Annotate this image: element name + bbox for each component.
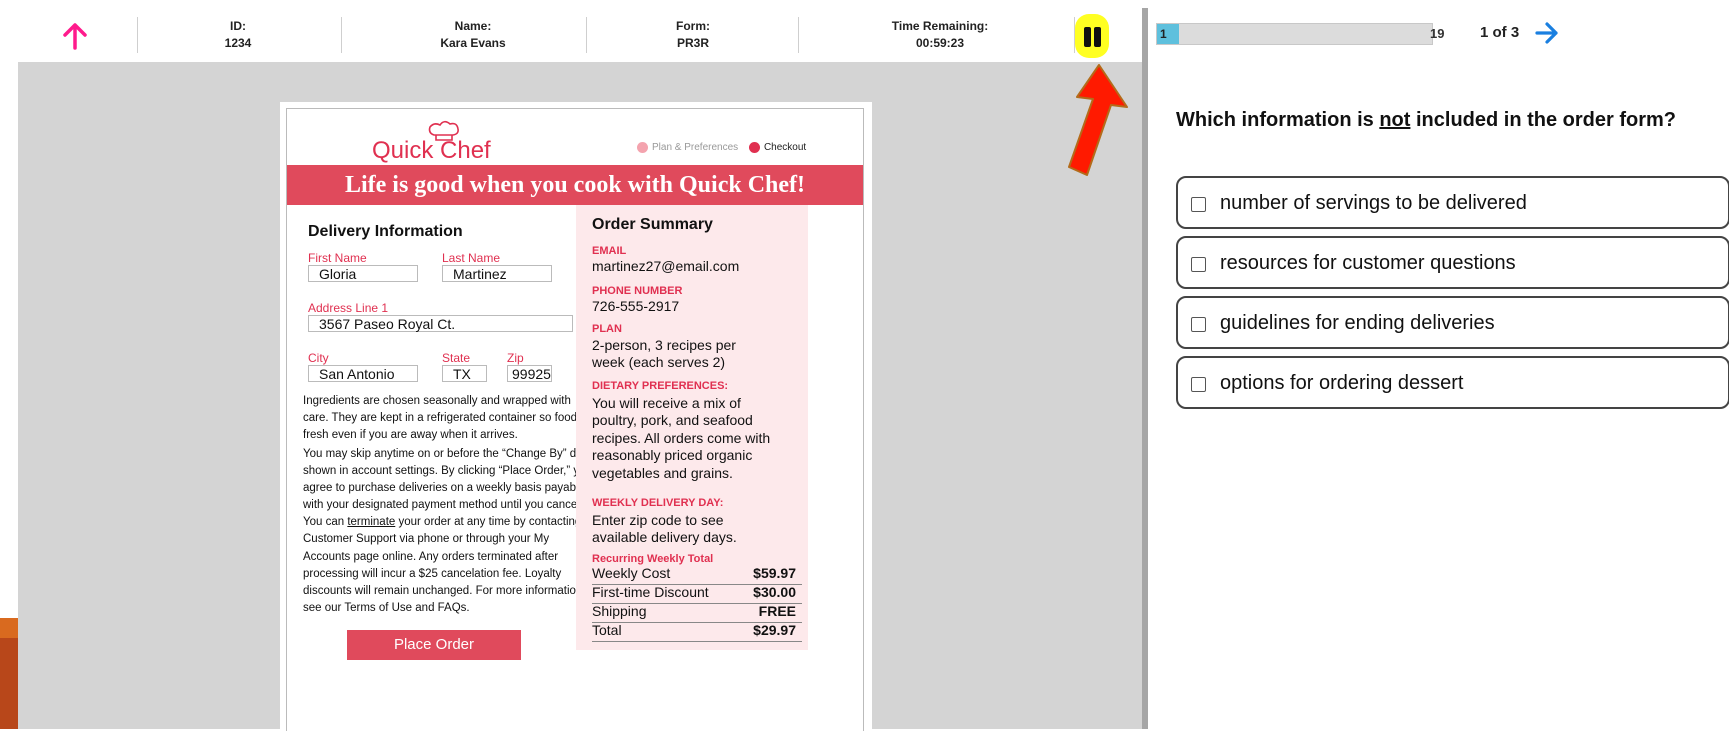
test-window: ID: 1234 Name: Kara Evans Form: PR3R Tim… [18,8,1729,731]
choice-checkbox[interactable] [1191,317,1206,332]
progress-total: 19 [1430,26,1445,41]
form-label: Form: [676,19,710,33]
answer-choice[interactable]: resources for customer questions [1176,236,1729,289]
state-field: TX [442,365,487,382]
top-toolbar: ID: 1234 Name: Kara Evans Form: PR3R Tim… [18,8,1142,62]
form-value: PR3R [676,36,709,50]
student-id: ID: 1234 [173,18,303,52]
time-remaining: Time Remaining: 00:59:23 [870,18,1010,52]
name-label: Name: [454,19,492,33]
name-value: Kara Evans [440,36,506,50]
summary-row: Shipping FREE [592,603,802,623]
choice-checkbox[interactable] [1191,197,1206,212]
zip-field: 99925 [507,365,552,382]
toolbar-divider [341,17,342,53]
choice-label: number of servings to be delivered [1220,192,1527,214]
pause-icon [1084,27,1091,47]
delivery-day-label: WEEKLY DELIVERY DAY: [592,497,724,509]
choice-label: guidelines for ending deliveries [1220,312,1495,334]
email-label: EMAIL [592,245,627,257]
zip-label: Zip [507,351,524,365]
terminate-link: terminate [347,516,396,529]
plan-value: 2-person, 3 recipes per week (each serve… [592,337,736,371]
time-value: 00:59:23 [915,36,965,50]
phone-label: PHONE NUMBER [592,285,683,297]
last-name-field: Martinez [442,265,552,282]
up-arrow-icon[interactable] [60,21,90,51]
check-circle-icon [637,142,648,153]
summary-row: Total $29.97 [592,622,802,642]
passage-pane[interactable]: Quick Chef Plan & Preferences Checkout L… [18,62,1142,731]
diet-value: You will receive a mix of poultry, pork,… [592,395,771,481]
toolbar-divider [586,17,587,53]
checkout-steps: Plan & Preferences Checkout [637,142,806,153]
right-arrow-icon[interactable] [1534,21,1560,45]
city-label: City [308,351,329,365]
promo-banner: Life is good when you cook with Quick Ch… [287,165,863,205]
last-name-label: Last Name [442,251,501,265]
first-name-label: First Name [308,251,367,265]
question-emphasis: not [1379,109,1411,131]
weekly-total-label: Recurring Weekly Total [592,553,714,565]
progress-bar: 1 [1156,23,1433,45]
test-form: Form: PR3R [633,18,753,52]
address-field: 3567 Paseo Royal Ct. [308,315,573,332]
answer-choice[interactable]: number of servings to be delivered [1176,176,1729,229]
active-step-icon [748,142,760,153]
ingredients-paragraph: Ingredients are chosen seasonally and wr… [303,395,589,442]
red-arrow-annotation [1068,64,1128,176]
choice-checkbox[interactable] [1191,377,1206,392]
progress-fill: 1 [1157,24,1179,44]
order-summary: Order Summary EMAIL martinez27@email.com… [576,205,808,650]
place-order-button: Place Order [347,630,521,660]
step-checkout: Checkout [763,142,807,154]
id-label: ID: [230,19,246,33]
choice-checkbox[interactable] [1191,257,1206,272]
state-label: State [442,351,471,365]
student-name: Name: Kara Evans [398,18,548,52]
order-form-document: Quick Chef Plan & Preferences Checkout L… [280,102,872,731]
pause-button[interactable] [1075,14,1109,58]
page-counter: 1 of 3 [1480,24,1520,41]
first-name-field: Gloria [308,265,418,282]
city-field: San Antonio [308,365,418,382]
id-value: 1234 [224,36,252,50]
question-pane: 1 19 1 of 3 Which information is not inc… [1148,8,1729,729]
step-plan: Plan & Preferences [652,142,739,154]
slide-edge-stripe-dark [0,638,18,729]
phone-value: 726-555-2917 [592,298,680,314]
diet-label: DIETARY PREFERENCES: [592,380,729,392]
answer-choice[interactable]: guidelines for ending deliveries [1176,296,1729,349]
delivery-day-value: Enter zip code to see available delivery… [592,512,737,546]
toolbar-divider [798,17,799,53]
logo-text: Quick Chef [372,137,491,164]
choice-label: resources for customer questions [1220,252,1516,274]
quick-chef-logo: Quick Chef [372,119,502,165]
toolbar-divider [137,17,138,53]
summary-row: First-time Discount $30.00 [592,584,802,604]
time-label: Time Remaining: [891,19,989,33]
email-value: martinez27@email.com [592,258,740,274]
question-text: Which information is not included in the… [1176,109,1677,131]
terms-paragraph: You may skip anytime on or before the “C… [303,448,593,614]
summary-heading: Order Summary [592,216,713,233]
plan-label: PLAN [592,323,622,335]
summary-row: Weekly Cost $59.97 [592,565,802,585]
delivery-heading: Delivery Information [308,223,463,240]
address-label: Address Line 1 [308,301,389,315]
choice-label: options for ordering dessert [1220,372,1464,394]
answer-choice[interactable]: options for ordering dessert [1176,356,1729,409]
